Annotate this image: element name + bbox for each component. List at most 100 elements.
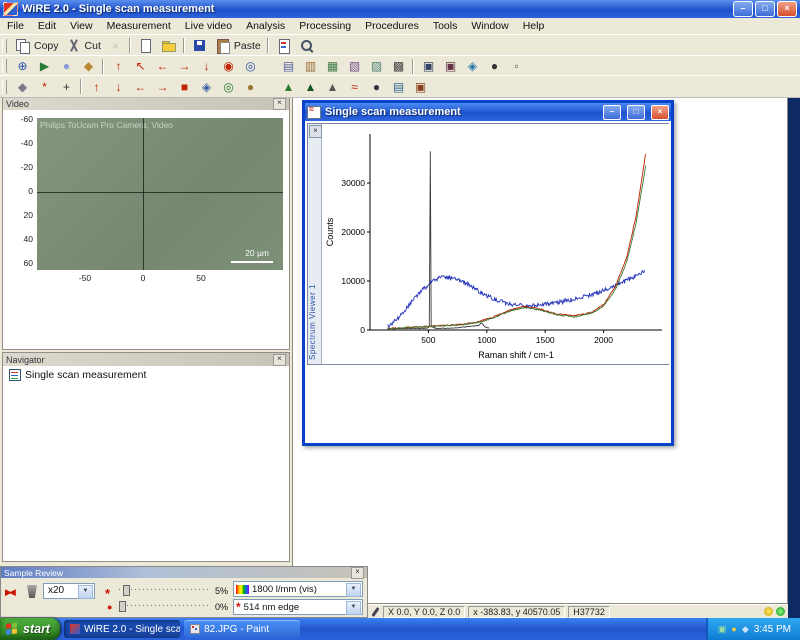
print-preview-button[interactable] [296, 37, 318, 55]
export-data-button[interactable]: ▤ [388, 78, 409, 96]
stage-right-button[interactable]: → [174, 57, 195, 75]
calibrate-button[interactable]: ◈ [462, 57, 483, 75]
report-button[interactable] [273, 37, 295, 55]
curve-fit-button[interactable]: ≈ [344, 78, 365, 96]
app-icon[interactable] [3, 2, 18, 16]
open-button[interactable] [158, 37, 180, 55]
jog-up-button[interactable]: ↑ [86, 78, 107, 96]
menu-live-video[interactable]: Live video [178, 19, 239, 33]
overlay-view-button[interactable]: ▧ [344, 57, 365, 75]
goto-position-button[interactable]: ◈ [196, 78, 217, 96]
paste-button[interactable]: Paste [212, 37, 264, 55]
spectrum-chart[interactable]: 0100002000030000500100015002000Raman shi… [322, 124, 670, 364]
toolbar-grip[interactable] [2, 80, 7, 94]
slider-thumb[interactable] [119, 601, 126, 612]
stop-motion-button[interactable]: ■ [174, 78, 195, 96]
menu-analysis[interactable]: Analysis [239, 19, 292, 33]
jog-left-button[interactable]: ← [130, 78, 151, 96]
stage-map-button[interactable]: ◎ [240, 57, 261, 75]
spectrum-maximize-button[interactable]: □ [627, 105, 645, 120]
new-document-button[interactable] [135, 37, 157, 55]
alert-tray-icon[interactable]: ● [731, 624, 736, 634]
menu-procedures[interactable]: Procedures [358, 19, 426, 33]
network-tray-icon[interactable]: ◆ [742, 624, 749, 634]
grid-view-button[interactable]: ▩ [388, 57, 409, 75]
taskbar-task-paint[interactable]: 82.JPG - Paint [184, 620, 300, 638]
laser-spot-button[interactable]: * [34, 78, 55, 96]
menu-file[interactable]: File [0, 19, 31, 33]
laser-select[interactable]: * 514 nm edge ▼ [233, 599, 363, 615]
stage-up-left-button[interactable]: ↖ [130, 57, 151, 75]
sample-view-button[interactable]: ● [56, 57, 77, 75]
monitor-tray-icon[interactable]: ▣ [718, 624, 727, 634]
laser-power-slider[interactable] [119, 584, 211, 595]
stage-up-button[interactable]: ↑ [108, 57, 129, 75]
white-light-view-button[interactable]: ▤ [278, 57, 299, 75]
stage-home-button[interactable]: ◉ [218, 57, 239, 75]
data-tree-button[interactable]: ▲ [300, 78, 321, 96]
save-view-button[interactable]: ▣ [410, 78, 431, 96]
grating-select[interactable]: 1800 l/mm (vis) ▼ [233, 581, 363, 597]
laser-dropdown-icon[interactable]: ▼ [346, 601, 361, 615]
world-coords-button[interactable]: ◎ [218, 78, 239, 96]
camera-capture-button[interactable]: ● [484, 57, 505, 75]
maximize-button[interactable]: □ [755, 1, 775, 17]
optics-view-button[interactable]: ◆ [78, 57, 99, 75]
menu-window[interactable]: Window [464, 19, 515, 33]
joystick-button[interactable]: ● [240, 78, 261, 96]
minimize-button[interactable]: – [733, 1, 753, 17]
menu-view[interactable]: View [63, 19, 100, 33]
jog-down-button[interactable]: ↓ [108, 78, 129, 96]
snapshot-button[interactable]: ▫ [506, 57, 527, 75]
camera-button[interactable]: ● [366, 78, 387, 96]
tree-browser-button[interactable]: ▲ [278, 78, 299, 96]
stage-left-button[interactable]: ← [152, 57, 173, 75]
spectrum-minimize-button[interactable]: – [603, 105, 621, 120]
viewer-close-icon[interactable]: × [309, 125, 322, 138]
navigator-panel-close-icon[interactable]: × [273, 354, 286, 366]
laser-power2-slider[interactable] [119, 600, 211, 611]
taskbar-task-wire[interactable]: WiRE 2.0 - Single sca... [64, 620, 180, 638]
crosshair-button[interactable]: + [56, 78, 77, 96]
objective-dropdown-icon[interactable]: ▼ [78, 585, 93, 599]
spectrum-viewer-tab[interactable]: × Spectrum Viewer 1 [308, 124, 322, 364]
navigator-panel-titlebar[interactable]: Navigator × [3, 353, 289, 367]
run-measurement-button[interactable]: ▶ [34, 57, 55, 75]
peak-pick-button[interactable]: ▲ [322, 78, 343, 96]
menu-measurement[interactable]: Measurement [100, 19, 178, 33]
sample-review-titlebar[interactable]: Sample Review × [1, 567, 367, 578]
toolbar-grip[interactable] [2, 59, 7, 73]
objective-select[interactable]: x20 ▼ [43, 583, 95, 599]
spectrum-close-button[interactable]: × [651, 105, 669, 120]
navigator-item[interactable]: Single scan measurement [3, 366, 289, 381]
menu-edit[interactable]: Edit [31, 19, 63, 33]
video-panel-titlebar[interactable]: Video × [3, 97, 289, 111]
pin-view-button[interactable]: ◆ [12, 78, 33, 96]
toolbar-grip[interactable] [2, 39, 7, 53]
cut-button[interactable]: Cut [63, 37, 104, 55]
zoom-five-button[interactable]: ▣ [440, 57, 461, 75]
map-view-button[interactable]: ▦ [322, 57, 343, 75]
grating-dropdown-icon[interactable]: ▼ [346, 583, 361, 597]
laser-shutter-icon[interactable]: ▶◀ [5, 587, 13, 598]
jog-right-button[interactable]: → [152, 78, 173, 96]
slider-thumb[interactable] [123, 585, 130, 596]
close-button[interactable]: × [777, 1, 797, 17]
menu-help[interactable]: Help [516, 19, 552, 33]
spectrum-window-titlebar[interactable]: Single scan measurement – □ × [305, 103, 671, 121]
video-panel-close-icon[interactable]: × [273, 98, 286, 110]
stage-origin-button[interactable]: ⊕ [12, 57, 33, 75]
copy-button[interactable]: Copy [12, 37, 62, 55]
spectrum-view-button[interactable]: ▥ [300, 57, 321, 75]
live-video-view[interactable]: Philips ToUcam Pro Camera; Video 20 µm [37, 118, 283, 270]
stage-down-button[interactable]: ↓ [196, 57, 217, 75]
zoom-half-button[interactable]: ▣ [418, 57, 439, 75]
start-button[interactable]: start [0, 618, 60, 640]
objective-icon[interactable] [27, 585, 37, 598]
save-button[interactable] [189, 37, 211, 55]
menu-processing[interactable]: Processing [292, 19, 358, 33]
delete-button[interactable]: × [105, 37, 126, 55]
montage-view-button[interactable]: ▨ [366, 57, 387, 75]
menu-tools[interactable]: Tools [426, 19, 465, 33]
sample-review-close-icon[interactable]: × [351, 567, 364, 579]
